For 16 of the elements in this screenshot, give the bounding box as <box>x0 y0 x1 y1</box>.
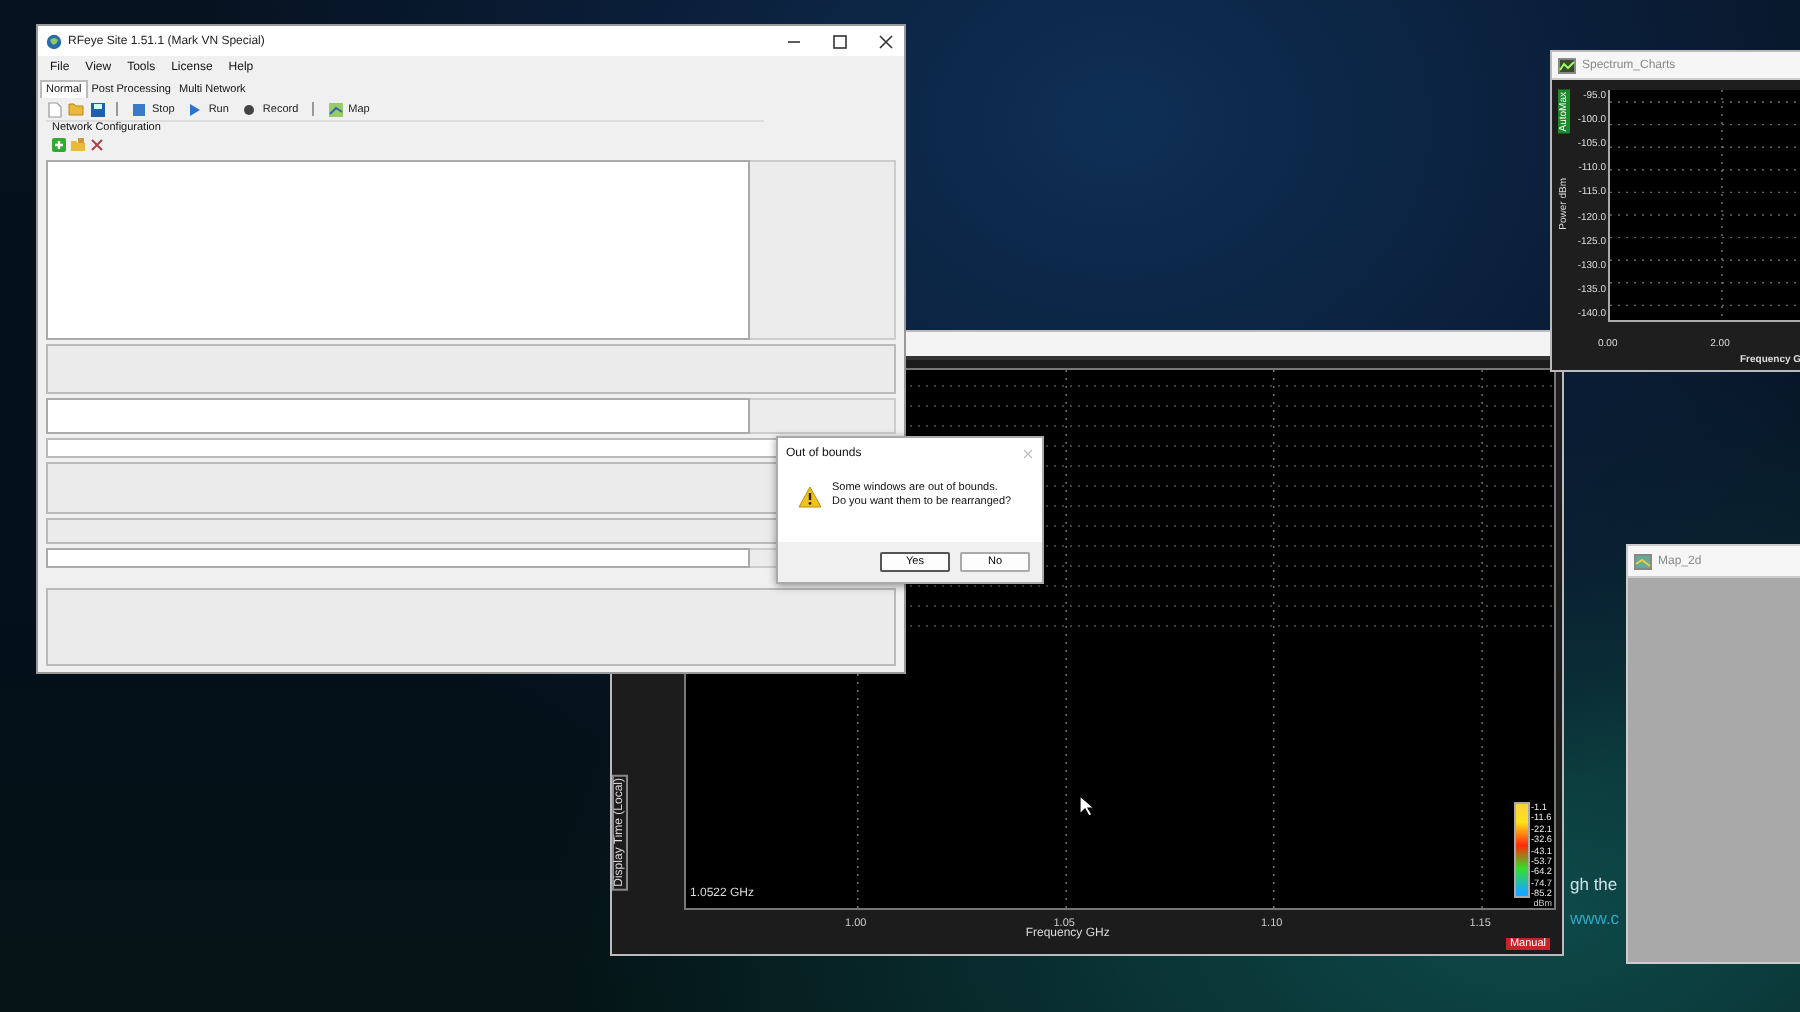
map-icon <box>1634 553 1652 569</box>
map-icon <box>328 101 345 117</box>
stop-icon <box>132 101 148 117</box>
wallpaper-text: gh the <box>1570 872 1620 898</box>
color-scale-bar <box>1513 802 1530 898</box>
add-icon[interactable] <box>52 138 66 152</box>
tools-icon[interactable] <box>90 138 104 152</box>
mouse-cursor-icon <box>1078 794 1096 818</box>
close-icon[interactable] <box>876 31 896 51</box>
save-icon[interactable] <box>90 101 106 117</box>
chart-icon <box>1558 57 1576 73</box>
maximize-icon[interactable] <box>830 31 850 51</box>
app-logo-icon <box>46 33 62 49</box>
wallpaper-text: www.c <box>1570 906 1620 932</box>
record-icon <box>242 101 259 117</box>
warning-icon <box>798 485 822 507</box>
